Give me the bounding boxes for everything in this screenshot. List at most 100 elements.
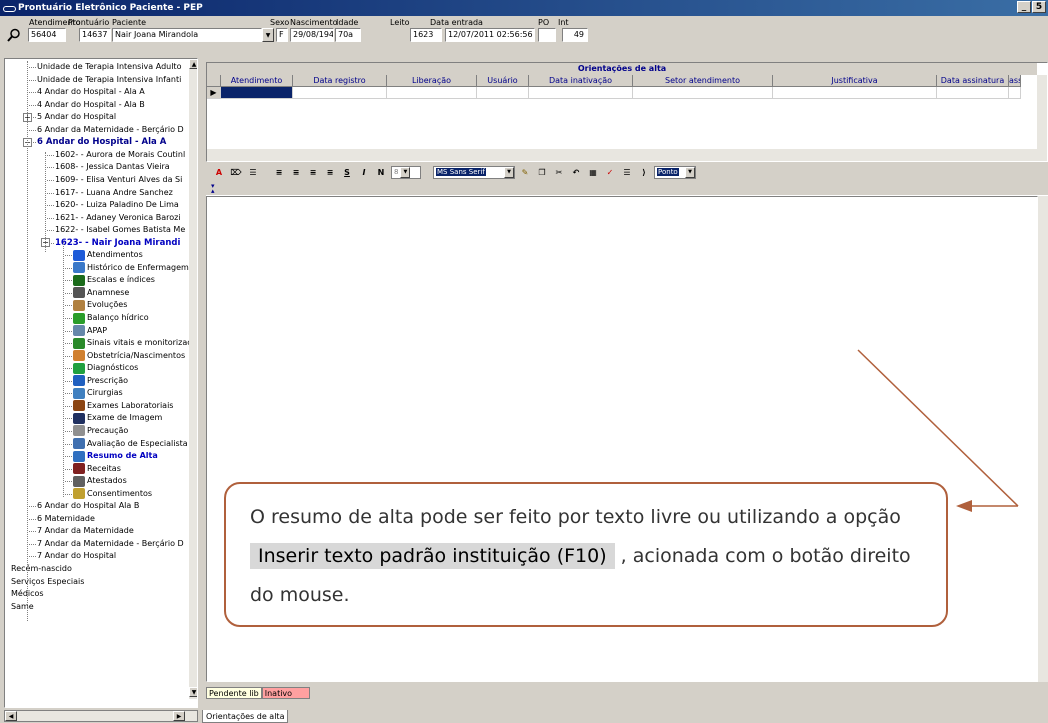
tree-item[interactable]: Consentimentos (73, 488, 152, 500)
tree-item[interactable]: 4 Andar do Hospital - Ala A (37, 86, 145, 98)
tree-item[interactable]: Cirurgias (73, 387, 123, 399)
grid-column-header[interactable]: Atendimento (221, 75, 293, 87)
font-size-select[interactable]: 8 ▼ (391, 165, 421, 179)
atendimento-field[interactable]: 56404 (28, 28, 66, 42)
ruler[interactable]: ▾ ▴ (206, 182, 1048, 196)
tree-item[interactable]: 1620- - Luiza Paladino De Lima (55, 199, 179, 211)
find-icon-button[interactable]: ✎ (518, 166, 532, 179)
tree-item[interactable]: Exames Laboratoriais (73, 400, 173, 412)
tree-item[interactable]: Precaução (73, 425, 128, 437)
grid-cell[interactable] (1009, 87, 1021, 99)
grid-column-header[interactable]: assir (1009, 75, 1021, 87)
align-left-button[interactable]: ≡ (272, 166, 286, 179)
tree-item[interactable]: 6 Andar do Hospital Ala B (37, 500, 139, 512)
tree-item[interactable]: Resumo de Alta (73, 450, 158, 462)
tree-item[interactable]: Same (11, 601, 34, 613)
signature-button[interactable]: ⟩ (637, 166, 651, 179)
tree-item[interactable]: Receitas (73, 463, 121, 475)
data-entrada-field[interactable]: 12/07/2011 02:56:56 (445, 28, 535, 42)
tree-item[interactable]: Serviços Especiais (11, 576, 84, 588)
grid-cell[interactable] (937, 87, 1009, 99)
tree-item[interactable]: Evoluções (73, 299, 127, 311)
tree-item[interactable]: Unidade de Terapia Intensiva Infanti (37, 74, 181, 86)
grid-cell[interactable] (387, 87, 477, 99)
tree-item[interactable]: Escalas e índices (73, 274, 155, 286)
tree-item[interactable]: 1622- - Isabel Gomes Batista Me (55, 224, 185, 236)
align-center-button[interactable]: ≡ (289, 166, 303, 179)
unit-tree[interactable]: Unidade de Terapia Intensiva Adulto Unida… (4, 58, 198, 708)
orientacoes-grid[interactable]: Orientações de alta Atendimento Data regi… (206, 62, 1048, 162)
grid-cell[interactable] (529, 87, 633, 99)
tree-horizontal-scrollbar[interactable]: ◀ ▶ (4, 710, 198, 722)
grid-cell[interactable] (633, 87, 773, 99)
grid-cell[interactable] (293, 87, 387, 99)
tree-item[interactable]: 7 Andar da Maternidade (37, 525, 134, 537)
tree-item[interactable]: 5 Andar do Hospital (37, 111, 116, 123)
tree-item[interactable]: 4 Andar do Hospital - Ala B (37, 99, 145, 111)
font-name-select[interactable]: MS Sans Serif ▼ (433, 165, 515, 179)
tree-item[interactable]: 1608- - Jessica Dantas Vieira (55, 161, 170, 173)
search-patient-button[interactable] (4, 26, 24, 44)
cut-icon-button[interactable]: ✂ (552, 166, 566, 179)
grid-column-header[interactable]: Justificativa (773, 75, 937, 87)
tree-item[interactable]: 7 Andar da Maternidade - Berçário D (37, 538, 184, 550)
paciente-dropdown-button[interactable]: ▼ (262, 28, 274, 42)
tree-item[interactable]: APAP (73, 325, 107, 337)
tree-item[interactable]: 1623- - Nair Joana Mirandi (55, 237, 180, 249)
grid-column-header[interactable]: Data registro (293, 75, 387, 87)
tree-item[interactable]: 6 Andar do Hospital - Ala A (37, 136, 166, 148)
tree-item[interactable]: Prescrição (73, 375, 128, 387)
align-right-button[interactable]: ≡ (306, 166, 320, 179)
leito-field[interactable]: 1623 (410, 28, 442, 42)
grid-horizontal-scrollbar[interactable] (207, 149, 1039, 161)
tree-item[interactable]: Obstetrícia/Nascimentos (73, 350, 185, 362)
format-icon-button[interactable]: ⌦ (229, 166, 243, 179)
grid-cell[interactable] (221, 87, 293, 99)
int-field[interactable]: 49 (562, 28, 588, 42)
tree-item[interactable]: Avaliação de Especialista (73, 438, 188, 450)
minimize-button[interactable]: _ (1017, 1, 1031, 13)
tree-item[interactable]: Histórico de Enfermagem (73, 262, 189, 274)
scroll-down-arrow[interactable]: ▼ (189, 687, 197, 697)
grid-column-header[interactable]: Data inativação (529, 75, 633, 87)
tree-item[interactable]: 1621- - Adaney Veronica Barozi (55, 212, 181, 224)
tree-item[interactable]: 1609- - Elisa Venturi Alves da Si (55, 174, 182, 186)
bold-button[interactable]: N (374, 166, 388, 179)
tree-item[interactable]: Exame de Imagem (73, 412, 162, 424)
scroll-up-arrow[interactable]: ▲ (189, 59, 197, 69)
tree-item[interactable]: Sinais vitais e monitorizaç (73, 337, 192, 349)
sexo-field[interactable]: F (276, 28, 288, 42)
tree-item[interactable]: 7 Andar do Hospital (37, 550, 116, 562)
undo-icon-button[interactable]: ↶ (569, 166, 583, 179)
unit-select[interactable]: Ponto ▼ (654, 165, 696, 179)
insert-table-button[interactable]: ▦ (586, 166, 600, 179)
italic-button[interactable]: I (357, 166, 371, 179)
grid-cell[interactable] (773, 87, 937, 99)
grid-column-header[interactable]: Setor atendimento (633, 75, 773, 87)
tree-vertical-scrollbar[interactable]: ▲ ▼ (189, 59, 197, 699)
paciente-field[interactable]: Nair Joana Mirandola (112, 28, 262, 42)
tree-item[interactable]: 1602- - Aurora de Morais Coutinl (55, 149, 185, 161)
scroll-left-arrow[interactable]: ◀ (5, 711, 17, 721)
editor-vertical-scrollbar[interactable] (1038, 196, 1048, 682)
tree-item[interactable]: Anamnese (73, 287, 129, 299)
grid-column-header[interactable]: Liberação (387, 75, 477, 87)
tree-item[interactable]: 6 Maternidade (37, 513, 95, 525)
tree-item[interactable]: Recém-nascido (11, 563, 72, 575)
underline-button[interactable]: S (340, 166, 354, 179)
spellcheck-button[interactable]: ✓ (603, 166, 617, 179)
tree-item[interactable]: Atendimentos (73, 249, 143, 261)
grid-cell[interactable] (477, 87, 529, 99)
font-icon-button[interactable]: A (212, 166, 226, 179)
restore-button[interactable]: 5 (1032, 1, 1046, 13)
tree-item[interactable]: Balanço hídrico (73, 312, 149, 324)
tree-item[interactable]: 1617- - Luana Andre Sanchez (55, 187, 173, 199)
scroll-right-arrow[interactable]: ▶ (173, 711, 185, 721)
tree-item[interactable]: Diagnósticos (73, 362, 138, 374)
nascimento-field[interactable]: 29/08/1941 (290, 28, 334, 42)
grid-column-header[interactable]: Data assinatura (937, 75, 1009, 87)
tab-orientacoes-alta[interactable]: Orientações de alta (202, 710, 289, 723)
grid-row[interactable]: ▶ (207, 87, 1021, 99)
prontuario-field[interactable]: 14637 (79, 28, 111, 42)
tree-item[interactable]: Atestados (73, 475, 127, 487)
